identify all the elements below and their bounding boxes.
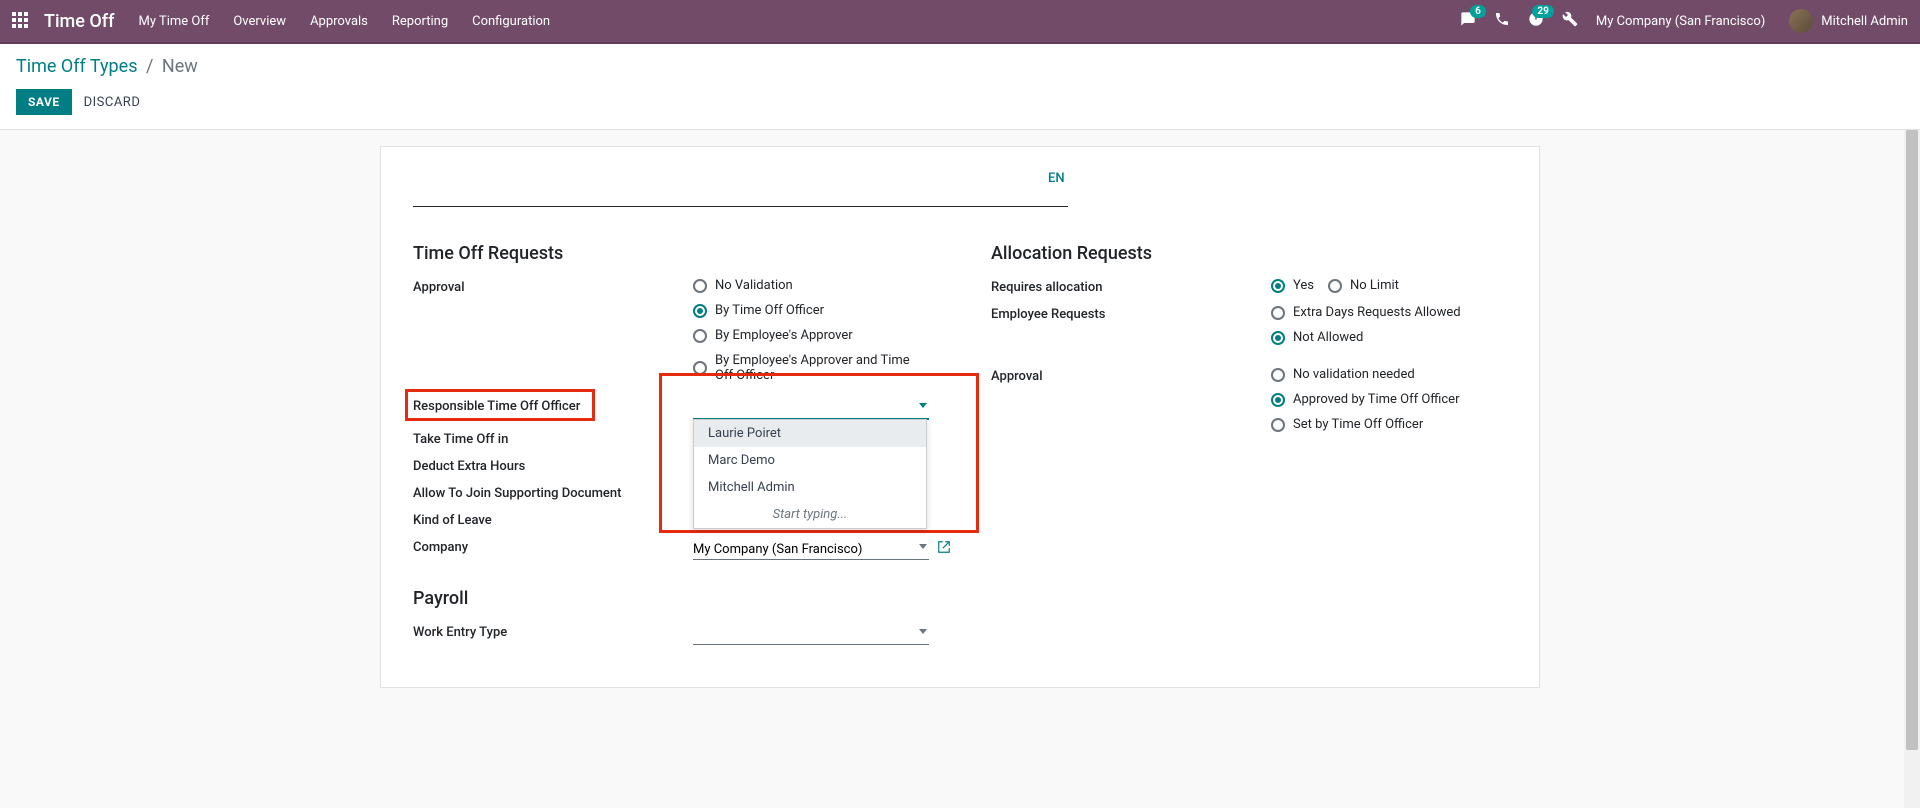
breadcrumb-current: New [162,56,198,77]
title-input-underline[interactable] [413,171,1068,207]
left-column: Time Off Requests Approval No Validation… [413,243,951,655]
label-work-entry-type: Work Entry Type [413,623,693,640]
save-button[interactable]: SAVE [16,89,72,115]
section-time-off-requests: Time Off Requests [413,243,951,264]
chevron-down-icon[interactable] [919,403,927,408]
label-allow-supporting-doc: Allow To Join Supporting Document [413,484,693,501]
form-sheet: EN Time Off Requests Approval No Validat… [380,146,1540,688]
activities-badge: 29 [1532,5,1553,18]
radio-requires-no-limit[interactable]: No Limit [1328,278,1399,293]
scrollbar-thumb[interactable] [1906,130,1918,750]
apps-icon[interactable] [12,12,30,30]
breadcrumb-root[interactable]: Time Off Types [16,56,138,77]
responsible-officer-dropdown[interactable]: Laurie Poiret Marc Demo Mitchell Admin S… [693,397,929,420]
company-selector[interactable]: My Company (San Francisco) [1596,14,1765,29]
phone-icon[interactable] [1494,11,1510,31]
control-panel: Time Off Types / New SAVE DISCARD [0,44,1920,130]
dropdown-item[interactable]: Mitchell Admin [694,474,926,501]
label-requires-allocation: Requires allocation [991,278,1271,295]
radio-approved-by-officer[interactable]: Approved by Time Off Officer [1271,392,1507,407]
section-payroll: Payroll [413,588,951,609]
company-dropdown[interactable] [693,538,929,560]
radio-requires-yes[interactable]: Yes [1271,278,1314,293]
breadcrumb: Time Off Types / New [16,56,1904,77]
label-responsible-officer: Responsible Time Off Officer [413,397,693,414]
chevron-down-icon[interactable] [919,629,927,634]
label-employee-requests: Employee Requests [991,305,1271,322]
radio-by-approver-and-officer[interactable]: By Employee's Approver and Time Off Offi… [693,353,951,383]
radio-extra-days-allowed[interactable]: Extra Days Requests Allowed [1271,305,1507,320]
chevron-down-icon[interactable] [919,544,927,549]
radio-not-allowed[interactable]: Not Allowed [1271,330,1507,345]
user-name: Mitchell Admin [1821,14,1908,29]
discard-button[interactable]: DISCARD [84,95,141,110]
lang-indicator[interactable]: EN [1048,171,1065,186]
scrollbar[interactable] [1904,130,1920,808]
work-entry-type-dropdown[interactable] [693,623,929,645]
label-approval: Approval [413,278,693,295]
top-navbar: Time Off My Time Off Overview Approvals … [0,0,1920,42]
messages-icon[interactable]: 6 [1460,11,1476,31]
avatar [1789,9,1813,33]
topnav-right: 6 29 My Company (San Francisco) Mitchell… [1460,9,1908,33]
messages-badge: 6 [1470,5,1486,18]
menu-reporting[interactable]: Reporting [392,14,448,29]
menu-overview[interactable]: Overview [233,14,286,29]
menu-approvals[interactable]: Approvals [310,14,368,29]
radio-no-validation[interactable]: No Validation [693,278,951,293]
label-alloc-approval: Approval [991,367,1271,384]
dropdown-item[interactable]: Marc Demo [694,447,926,474]
radio-by-employees-approver[interactable]: By Employee's Approver [693,328,951,343]
menu-my-time-off[interactable]: My Time Off [138,14,209,29]
responsible-officer-input[interactable] [693,397,929,420]
right-column: Allocation Requests Requires allocation … [991,243,1507,655]
radio-no-validation-needed[interactable]: No validation needed [1271,367,1507,382]
debug-icon[interactable] [1562,11,1578,31]
menu-configuration[interactable]: Configuration [472,14,550,29]
dropdown-item[interactable]: Laurie Poiret [694,420,926,447]
user-menu[interactable]: Mitchell Admin [1783,9,1908,33]
label-deduct-extra-hours: Deduct Extra Hours [413,457,693,474]
work-entry-type-input[interactable] [693,623,929,645]
activities-icon[interactable]: 29 [1528,11,1544,31]
radio-set-by-officer[interactable]: Set by Time Off Officer [1271,417,1507,432]
breadcrumb-sep: / [146,56,153,77]
main-menu: My Time Off Overview Approvals Reporting… [138,14,1459,29]
app-brand[interactable]: Time Off [44,11,114,32]
section-allocation-requests: Allocation Requests [991,243,1507,264]
label-kind-of-leave: Kind of Leave [413,511,693,528]
label-take-time-off-in: Take Time Off in [413,430,693,447]
dropdown-hint: Start typing... [694,501,926,528]
label-company: Company [413,538,693,555]
company-input[interactable] [693,538,929,560]
radio-by-time-off-officer[interactable]: By Time Off Officer [693,303,951,318]
responsible-officer-menu: Laurie Poiret Marc Demo Mitchell Admin S… [693,419,927,529]
external-link-icon[interactable] [937,540,951,558]
